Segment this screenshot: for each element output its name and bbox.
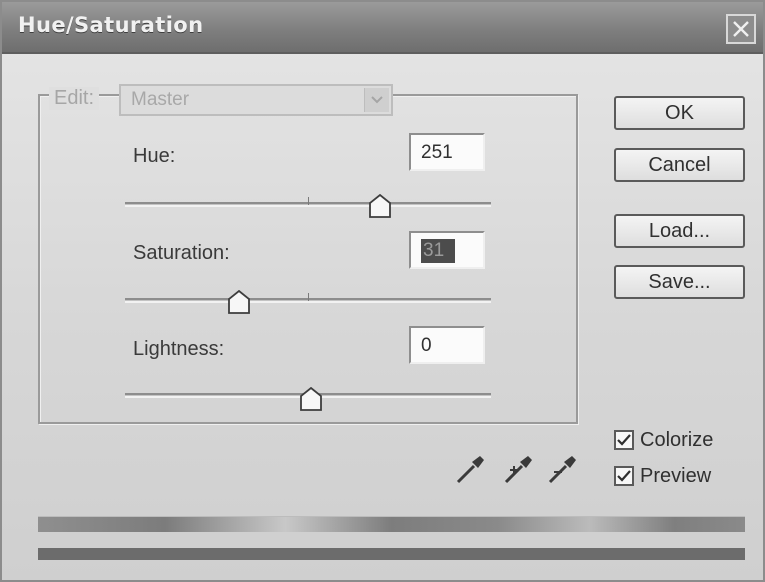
saturation-slider-track[interactable] <box>125 293 491 303</box>
eyedropper-plus-icon[interactable] <box>502 452 536 486</box>
adjustment-group <box>38 94 578 424</box>
output-color-bar <box>38 548 745 560</box>
saturation-input[interactable]: 31 <box>409 231 485 269</box>
cancel-button[interactable]: Cancel <box>614 148 745 182</box>
edit-dropdown-button[interactable] <box>364 88 389 112</box>
saturation-label: Saturation: <box>133 242 230 264</box>
saturation-center-tick <box>308 293 309 301</box>
edit-select[interactable]: Master <box>119 84 393 116</box>
window-title: Hue/Saturation <box>18 13 204 37</box>
lightness-input[interactable]: 0 <box>409 326 485 364</box>
ok-button[interactable]: OK <box>614 96 745 130</box>
preview-checkbox[interactable] <box>614 466 634 486</box>
colorize-label[interactable]: Colorize <box>640 429 713 452</box>
chevron-down-icon <box>371 96 383 104</box>
hue-input[interactable]: 251 <box>409 133 485 171</box>
save-button[interactable]: Save... <box>614 265 745 299</box>
saturation-input-value: 31 <box>423 240 445 261</box>
close-button[interactable] <box>726 14 756 44</box>
checkmark-icon <box>617 470 631 482</box>
edit-select-value: Master <box>131 89 190 110</box>
title-bar[interactable]: Hue/Saturation <box>2 2 763 54</box>
colorize-checkbox[interactable] <box>614 430 634 450</box>
hue-input-value: 251 <box>421 142 453 163</box>
edit-label: Edit: <box>49 87 100 110</box>
input-color-bar <box>38 516 745 532</box>
hue-slider-track[interactable] <box>125 197 491 207</box>
eyedropper-minus-icon[interactable] <box>546 452 580 486</box>
saturation-slider-thumb[interactable] <box>228 290 250 314</box>
hue-saturation-dialog: Hue/Saturation Edit: Master Hue: 251 Sat… <box>0 0 765 582</box>
saturation-input-selection: 31 <box>421 239 455 263</box>
lightness-label: Lightness: <box>133 338 225 360</box>
lightness-input-value: 0 <box>421 335 432 356</box>
load-button[interactable]: Load... <box>614 214 745 248</box>
eyedropper-icon[interactable] <box>454 452 488 486</box>
hue-slider-thumb[interactable] <box>369 194 391 218</box>
lightness-slider-thumb[interactable] <box>300 387 322 411</box>
checkmark-icon <box>617 434 631 446</box>
preview-label[interactable]: Preview <box>640 465 711 488</box>
hue-center-tick <box>308 197 309 205</box>
close-icon <box>733 21 749 37</box>
hue-label: Hue: <box>133 145 176 167</box>
